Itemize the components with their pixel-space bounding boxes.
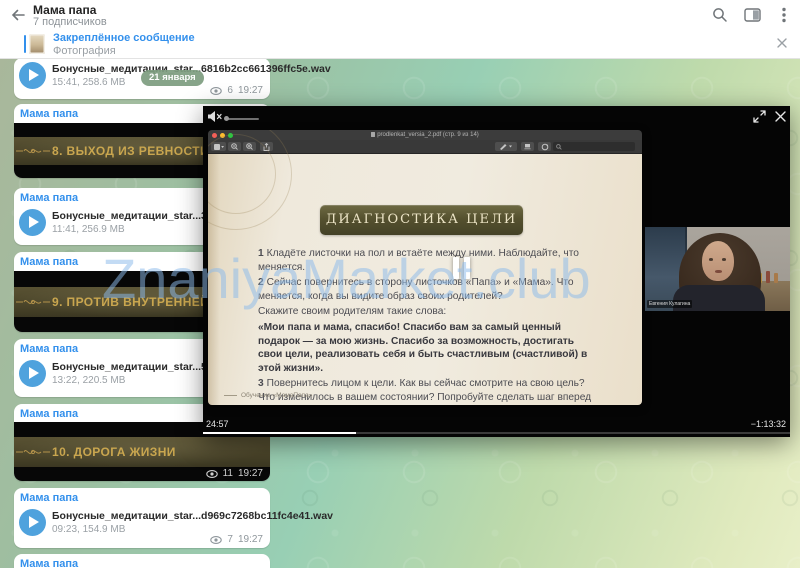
back-button[interactable] [8, 6, 28, 24]
slide-text: 1Кладёте листочки на пол и встаёте между… [258, 247, 594, 405]
rotate-button[interactable] [538, 142, 551, 151]
ornament-icon [16, 446, 50, 458]
ornament-icon [16, 296, 50, 308]
audio-meta: 13:22, 220.5 MB [52, 375, 125, 386]
webcam-person-face [702, 241, 734, 281]
progress-bar[interactable] [203, 432, 790, 434]
eye-icon [206, 470, 218, 478]
ornament-icon [16, 145, 50, 157]
pinned-kind: Фотография [53, 45, 116, 57]
views-and-time: 719:27 [210, 534, 263, 545]
search-icon[interactable] [710, 5, 730, 25]
channel-header: Мама папа 7 подписчиков [0, 0, 800, 31]
slide-footer: Обучение «МамаПапа» [224, 392, 312, 399]
message-bubble: Мама папа [14, 554, 270, 568]
channel-subtitle: 7 подписчиков [33, 16, 107, 28]
sender-name[interactable]: Мама папа [20, 408, 78, 420]
fullscreen-icon[interactable] [753, 110, 767, 124]
audio-meta: 11:41, 256.9 MB [52, 224, 125, 235]
player-close-icon[interactable] [774, 110, 788, 124]
close-icon[interactable] [776, 37, 790, 51]
audio-play-button[interactable] [19, 509, 46, 536]
audio-meta: 15:41, 258.6 MB [52, 77, 125, 88]
pinned-accent-bar [24, 35, 26, 53]
eye-icon [210, 87, 222, 95]
markup-pen-button[interactable] [495, 142, 517, 151]
webcam-video: Евгения Кулагина [645, 227, 790, 311]
sender-name[interactable]: Мама папа [20, 492, 78, 504]
player-top-controls [203, 106, 790, 128]
telegram-window: Мама папа 7 подписчиков Закреплённое соо… [0, 0, 800, 568]
pinned-photo-thumbnail [29, 34, 45, 54]
sender-name[interactable]: Мама папа [20, 558, 78, 568]
eye-icon [210, 536, 222, 544]
pinned-title: Закреплённое сообщение [53, 32, 195, 44]
webcam-name-label: Евгения Кулагина [647, 300, 692, 308]
sender-name[interactable]: Мама папа [20, 256, 78, 268]
sender-name[interactable]: Мама папа [20, 343, 78, 355]
pause-icon[interactable] [453, 257, 470, 279]
highlight-button[interactable] [521, 142, 534, 151]
audio-play-button[interactable] [19, 360, 46, 387]
channel-title[interactable]: Мама папа [33, 3, 96, 17]
pdf-slide: ДИАГНОСТИКА ЦЕЛИ 1Кладёте листочки на по… [208, 154, 642, 405]
back-arrow-icon [8, 6, 28, 24]
shared-pdf-window: prodlenkat_versia_2.pdf (стр. 9 из 14) [208, 130, 642, 405]
audio-meta: 09:23, 154.9 MB [52, 524, 125, 535]
date-badge: 21 января [141, 70, 204, 86]
views-and-time: 619:27 [210, 85, 263, 96]
audio-play-button[interactable] [19, 62, 46, 89]
progress-fill [203, 432, 356, 434]
photo-title: 10. ДОРОГА ЖИЗНИ [52, 445, 176, 459]
bottle [774, 273, 778, 283]
mute-icon[interactable] [207, 110, 222, 123]
bottle [766, 271, 770, 283]
play-icon [29, 216, 39, 228]
elapsed-time: 24:57 [206, 419, 229, 429]
document-icon [371, 132, 375, 137]
audio-filename: Бонусные_медитации_star...d969c7268bc11f… [52, 510, 333, 522]
sender-name[interactable]: Мама папа [20, 108, 78, 120]
slide-heading: ДИАГНОСТИКА ЦЕЛИ [320, 205, 523, 235]
photo-title: 8. ВЫХОД ИЗ РЕВНОСТИ [52, 144, 209, 158]
menu-kebab-icon[interactable] [774, 5, 794, 25]
remaining-time: −1:13:32 [751, 419, 786, 429]
audio-play-button[interactable] [19, 209, 46, 236]
play-icon [29, 367, 39, 379]
video-player: prodlenkat_versia_2.pdf (стр. 9 из 14) [203, 106, 790, 437]
sender-name[interactable]: Мама папа [20, 192, 78, 204]
volume-slider[interactable] [225, 118, 259, 120]
message-bubble: Мама папа Бонусные_медитации_star...d969… [14, 488, 270, 548]
play-icon [29, 516, 39, 528]
sidebar-toggle-icon[interactable] [742, 5, 762, 25]
play-icon [29, 69, 39, 81]
pdf-search-field[interactable] [553, 142, 635, 151]
pinned-message-bar[interactable]: Закреплённое сообщение Фотография [0, 30, 800, 59]
views-and-time: 1119:27 [206, 468, 263, 479]
